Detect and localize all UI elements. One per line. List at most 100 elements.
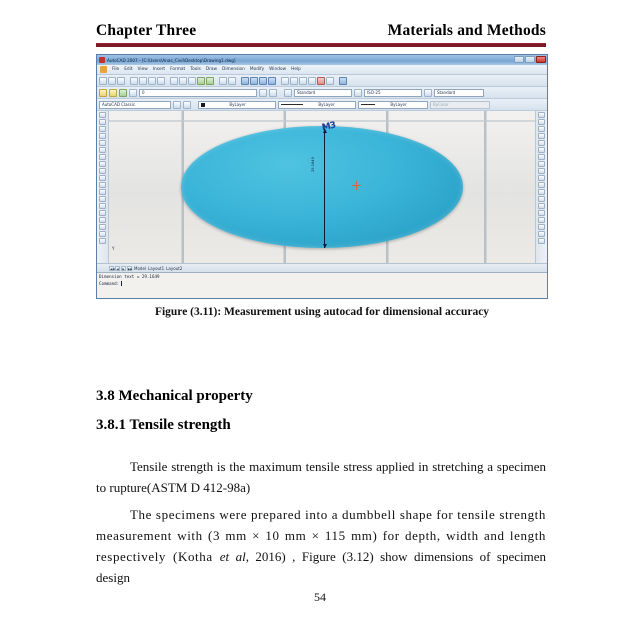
trim-icon[interactable] — [538, 175, 545, 181]
app-menu-icon[interactable] — [100, 66, 107, 73]
toolpalettes-icon[interactable] — [299, 76, 307, 85]
next-tab-icon[interactable]: ▶ — [121, 265, 126, 271]
explode-icon[interactable] — [538, 224, 545, 230]
standard-toolbar[interactable] — [97, 75, 547, 87]
tab-layout1[interactable]: Layout1 — [148, 266, 164, 271]
modify-toolbar[interactable] — [535, 111, 547, 263]
command-window[interactable]: Dimension text = 29.1649 Command: — [97, 272, 547, 298]
new-icon[interactable] — [99, 76, 107, 85]
plot-icon[interactable] — [130, 76, 138, 85]
make-block-icon[interactable] — [99, 196, 106, 202]
designcenter-icon[interactable] — [290, 76, 298, 85]
dim-style-icon[interactable] — [354, 88, 362, 97]
draw-toolbar[interactable] — [97, 111, 109, 263]
array-icon[interactable] — [538, 140, 545, 146]
window-controls[interactable] — [514, 56, 546, 63]
table-icon[interactable] — [99, 231, 106, 237]
workspace-combo[interactable]: AutoCAD Classic — [99, 100, 171, 109]
chamfer-icon[interactable] — [538, 210, 545, 216]
stretch-icon[interactable] — [538, 168, 545, 174]
circle-icon[interactable] — [99, 154, 106, 160]
ellipse-icon[interactable] — [99, 175, 106, 181]
pan-icon[interactable] — [241, 76, 249, 85]
dim-linear-icon[interactable] — [538, 231, 545, 237]
command-input-line[interactable]: Command: — [99, 280, 545, 286]
maximize-icon[interactable] — [525, 56, 535, 63]
menu-item-format[interactable]: Format — [170, 67, 185, 72]
dim-style-combo[interactable]: ISO-25 — [364, 88, 422, 97]
menu-item-window[interactable]: Window — [269, 67, 286, 72]
line-icon[interactable] — [99, 112, 106, 118]
move-icon[interactable] — [538, 147, 545, 153]
hatch-icon[interactable] — [99, 210, 106, 216]
ellipse-arc-icon[interactable] — [99, 182, 106, 188]
first-tab-icon[interactable]: ◀◀ — [109, 265, 115, 271]
menu-item-draw[interactable]: Draw — [206, 67, 217, 72]
sheetset-manager-icon[interactable] — [308, 76, 316, 85]
polyline-icon[interactable] — [99, 126, 106, 132]
zoom-previous-icon[interactable] — [268, 76, 276, 85]
point-icon[interactable] — [99, 203, 106, 209]
zoom-window-icon[interactable] — [259, 76, 267, 85]
redo-icon[interactable] — [228, 76, 236, 85]
polygon-icon[interactable] — [99, 133, 106, 139]
gradient-icon[interactable] — [99, 217, 106, 223]
region-icon[interactable] — [99, 224, 106, 230]
layer-properties-icon[interactable] — [99, 88, 107, 97]
scale-icon[interactable] — [538, 161, 545, 167]
copy-icon[interactable] — [179, 76, 187, 85]
layer-lock-icon[interactable] — [129, 88, 137, 97]
layer-previous-icon[interactable] — [259, 88, 267, 97]
revision-cloud-icon[interactable] — [99, 161, 106, 167]
help-icon[interactable] — [339, 76, 347, 85]
prev-tab-icon[interactable]: ◀ — [115, 265, 120, 271]
menu-item-modify[interactable]: Modify — [250, 67, 264, 72]
text-style-icon[interactable] — [284, 88, 292, 97]
properties-icon[interactable] — [206, 76, 214, 85]
minimize-icon[interactable] — [514, 56, 524, 63]
layout-tab-row[interactable]: ◀◀ ◀ ▶ ▶▶ Model Layout1 Layout2 — [97, 263, 547, 272]
menu-item-tools[interactable]: Tools — [190, 67, 201, 72]
matchprop-icon[interactable] — [197, 76, 205, 85]
menu-item-help[interactable]: Help — [291, 67, 301, 72]
model-space-canvas[interactable]: M3 29.1649 Y — [109, 111, 535, 263]
break-at-point-icon[interactable] — [538, 189, 545, 195]
layer-freeze-icon[interactable] — [119, 88, 127, 97]
zoom-realtime-icon[interactable] — [250, 76, 258, 85]
multiline-text-icon[interactable] — [99, 238, 106, 244]
menu-item-insert[interactable]: Insert — [153, 67, 165, 72]
arc-icon[interactable] — [99, 147, 106, 153]
lineweight-combo[interactable]: ByLayer — [358, 100, 428, 109]
markup-icon[interactable] — [317, 76, 325, 85]
break-icon[interactable] — [538, 196, 545, 202]
menu-item-edit[interactable]: Edit — [124, 67, 132, 72]
last-tab-icon[interactable]: ▶▶ — [127, 265, 133, 271]
erase-icon[interactable] — [538, 112, 545, 118]
tab-layout2[interactable]: Layout2 — [166, 266, 182, 271]
layer-styles-toolbar[interactable]: 0 Standard ISO-25 Standard — [97, 87, 547, 99]
workspace-save-icon[interactable] — [183, 100, 191, 109]
open-icon[interactable] — [108, 76, 116, 85]
extend-icon[interactable] — [538, 182, 545, 188]
color-combo[interactable]: ByLayer — [198, 100, 276, 109]
properties-palette-icon[interactable] — [281, 76, 289, 85]
fillet-icon[interactable] — [538, 217, 545, 223]
insert-block-icon[interactable] — [99, 189, 106, 195]
rotate-icon[interactable] — [538, 154, 545, 160]
menu-bar[interactable]: File Edit View Insert Format Tools Draw … — [97, 65, 547, 75]
table-style-combo[interactable]: Standard — [434, 88, 484, 97]
publish-icon[interactable] — [148, 76, 156, 85]
status-bar[interactable]: 2983.1834, 1532.4987, 0.0000 SNAP GRID O… — [97, 298, 547, 299]
dimension-line[interactable] — [322, 129, 327, 248]
preview-icon[interactable] — [139, 76, 147, 85]
offset-icon[interactable] — [538, 133, 545, 139]
properties-toolbar[interactable]: AutoCAD Classic ByLayer ByLayer ByLayer — [97, 99, 547, 111]
undo-icon[interactable] — [219, 76, 227, 85]
spline-icon[interactable] — [99, 168, 106, 174]
sheetset-icon[interactable] — [157, 76, 165, 85]
table-style-icon[interactable] — [424, 88, 432, 97]
paste-icon[interactable] — [188, 76, 196, 85]
construction-line-icon[interactable] — [99, 119, 106, 125]
linetype-combo[interactable]: ByLayer — [278, 100, 356, 109]
cut-icon[interactable] — [170, 76, 178, 85]
